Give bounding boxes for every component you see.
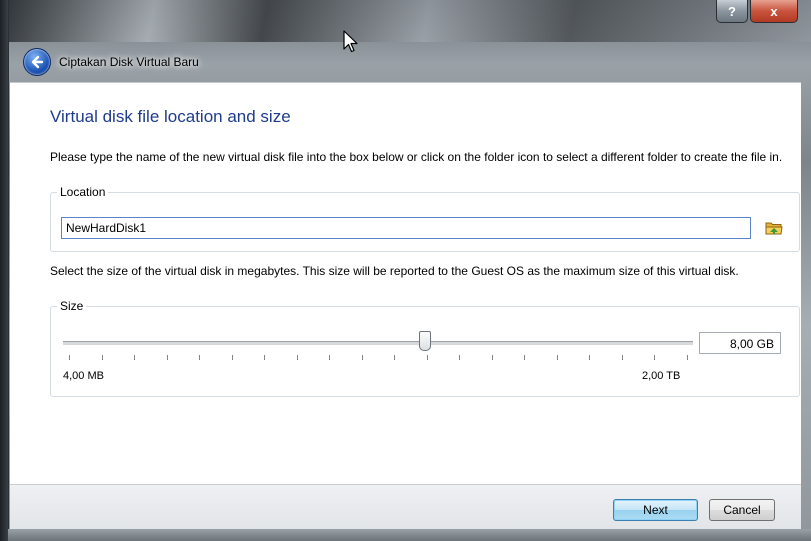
slider-tick: [491, 355, 493, 360]
size-legend: Size: [57, 299, 87, 313]
location-input[interactable]: [61, 217, 751, 239]
slider-tick: [394, 355, 396, 360]
location-legend: Location: [57, 185, 109, 199]
slider-tick: [101, 355, 103, 360]
next-button[interactable]: Next: [613, 499, 698, 521]
back-arrow-button[interactable]: [23, 48, 51, 76]
size-min-label: 4,00 MB: [63, 370, 104, 382]
slider-thumb[interactable]: [419, 331, 432, 351]
slider-tick: [556, 355, 558, 360]
wizard-footer: Next Cancel: [10, 484, 801, 530]
size-slider[interactable]: [63, 327, 693, 367]
slider-tick: [329, 355, 331, 360]
slider-tick: [654, 355, 656, 360]
location-group: Location: [50, 185, 800, 252]
slider-tick: [589, 355, 591, 360]
size-value-field[interactable]: 8,00 GB: [699, 332, 781, 354]
slider-tick: [426, 355, 428, 360]
slider-tick: [199, 355, 201, 360]
size-group: Size 8,00 GB 4,00 MB 2,00 TB: [50, 299, 800, 397]
cancel-button[interactable]: Cancel: [709, 499, 775, 521]
slider-tick: [459, 355, 461, 360]
help-button[interactable]: ?: [716, 0, 748, 23]
slider-tick: [621, 355, 623, 360]
slider-tick: [687, 355, 688, 360]
caption-buttons: ? x: [716, 0, 798, 23]
wizard-titlebar: Ciptakan Disk Virtual Baru: [23, 46, 199, 78]
slider-tick: [134, 355, 136, 360]
page-title: Virtual disk file location and size: [50, 107, 291, 126]
slider-tick: [296, 355, 298, 360]
slider-tick: [69, 355, 70, 360]
folder-browse-icon: [765, 222, 783, 235]
slider-tick: [231, 355, 233, 360]
mouse-cursor-icon: [343, 30, 358, 53]
window-bottom-border: [8, 529, 811, 541]
back-arrow-icon: [31, 55, 44, 69]
slider-track: [63, 341, 693, 346]
close-button[interactable]: x: [750, 0, 798, 23]
wizard-content: Virtual disk file location and size Plea…: [10, 82, 801, 485]
slider-tick: [166, 355, 168, 360]
window-title: Ciptakan Disk Virtual Baru: [59, 55, 199, 69]
slider-tick: [524, 355, 526, 360]
size-description: Select the size of the virtual disk in m…: [50, 264, 739, 278]
slider-tick: [264, 355, 266, 360]
location-description: Please type the name of the new virtual …: [50, 150, 783, 164]
size-max-label: 2,00 TB: [642, 370, 681, 382]
folder-browse-button[interactable]: [765, 219, 783, 237]
slider-tick: [361, 355, 363, 360]
